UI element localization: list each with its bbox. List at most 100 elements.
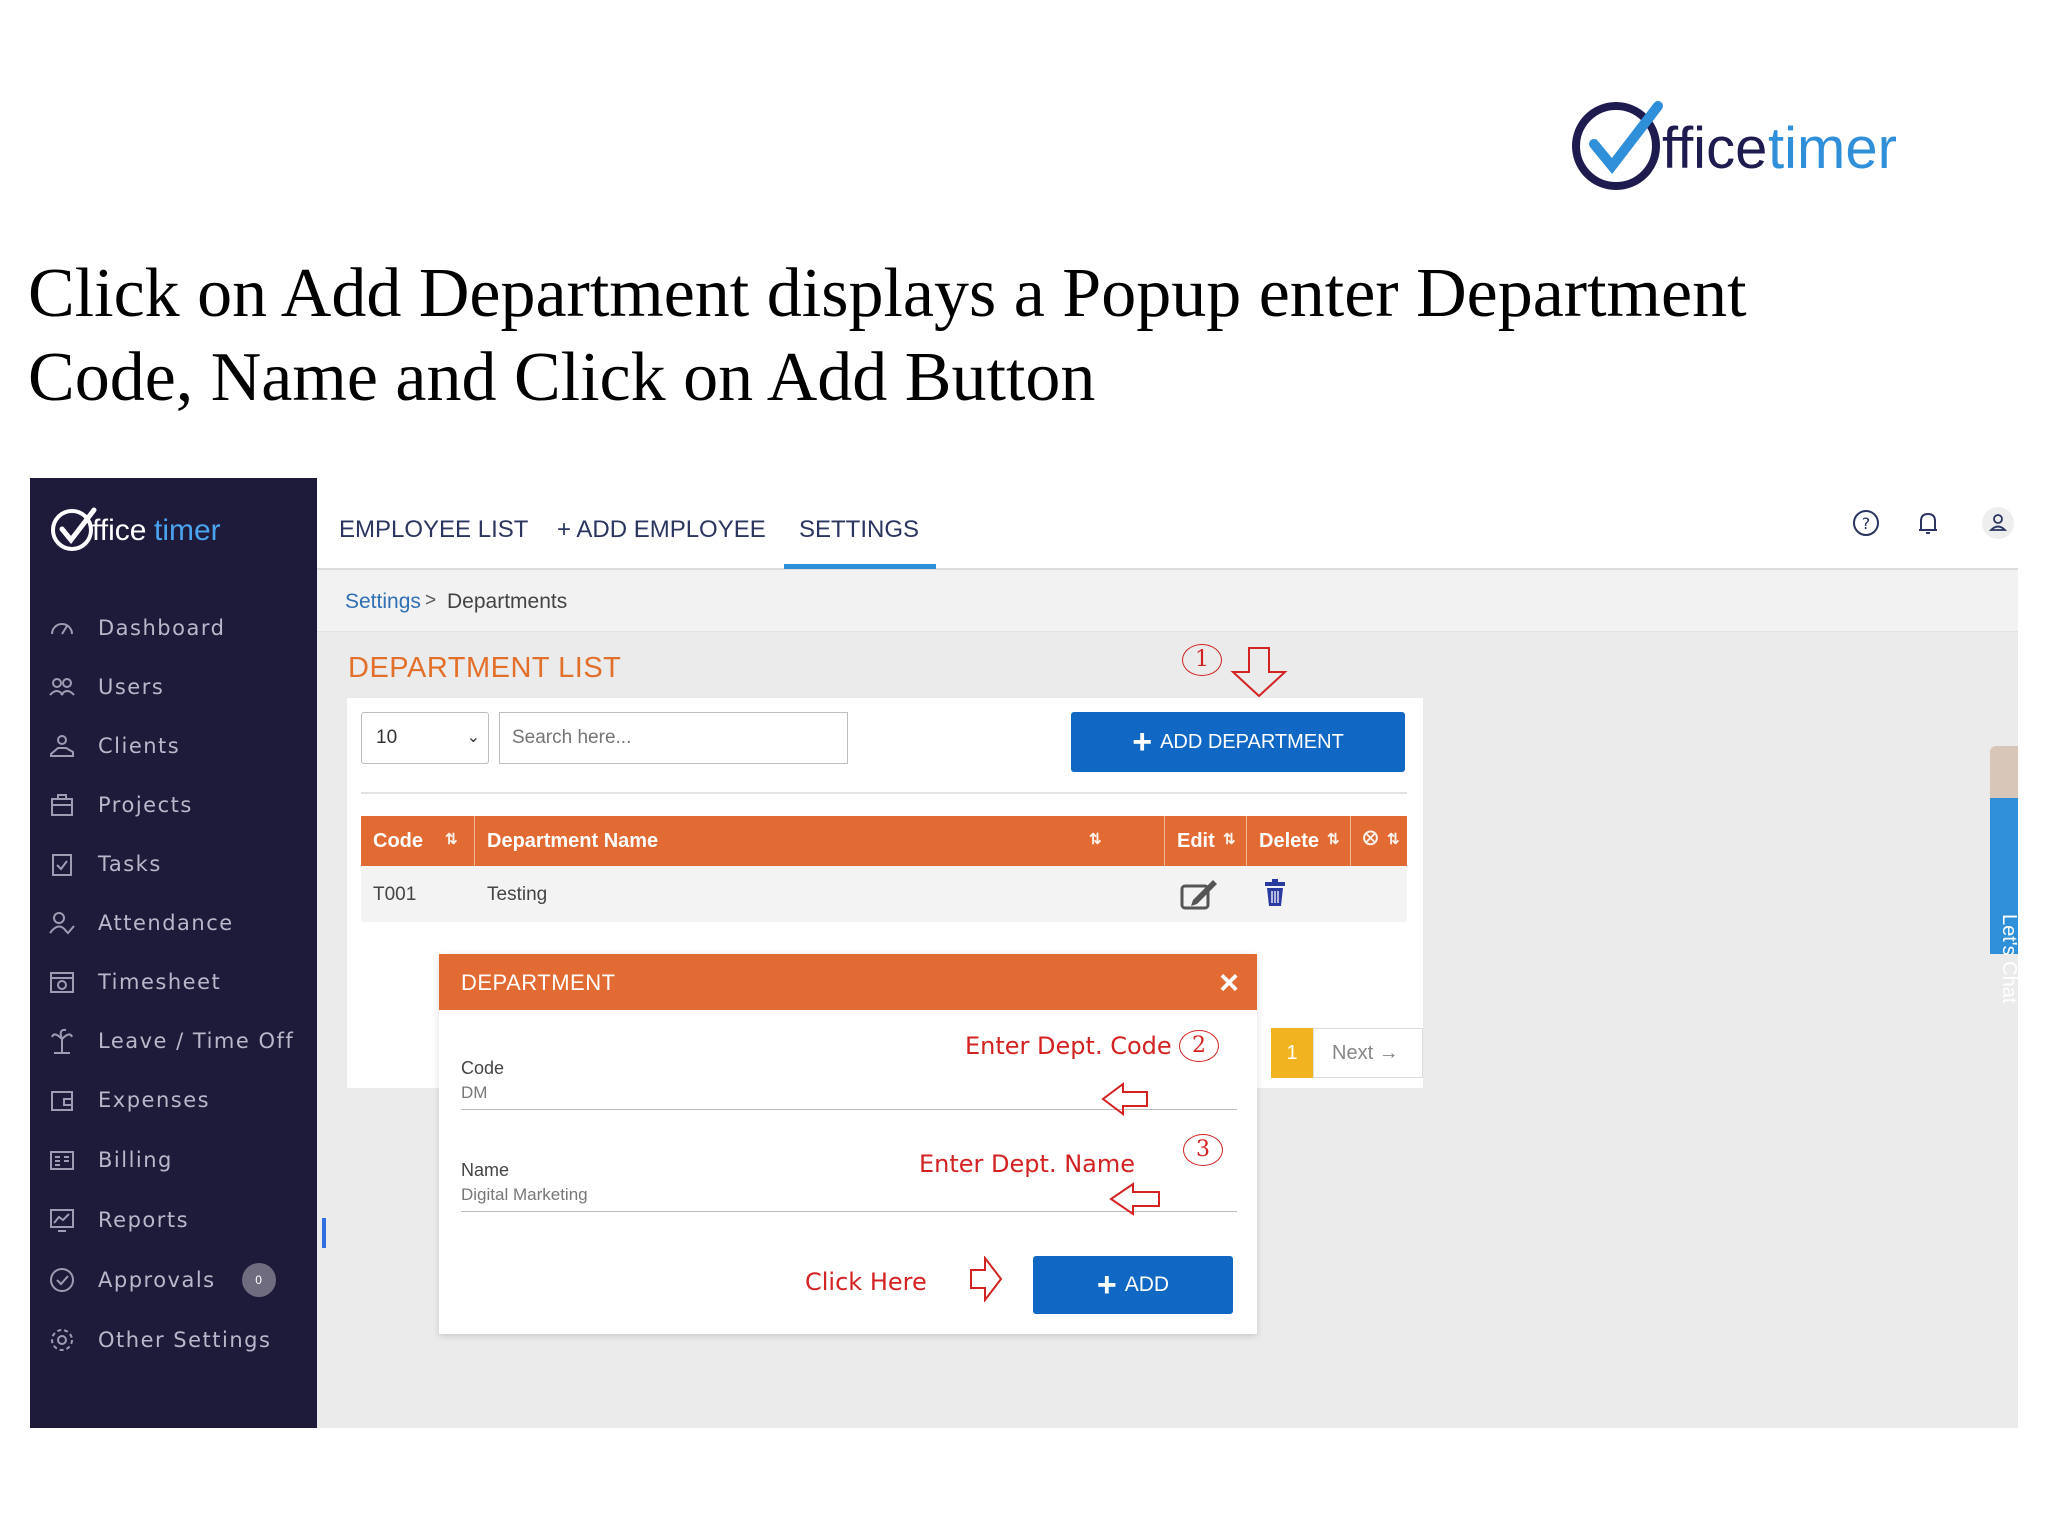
breadcrumb: Settings > Departments (317, 570, 2018, 632)
sort-icon[interactable]: ⇅ (1387, 830, 1400, 848)
sort-icon[interactable]: ⇅ (445, 830, 458, 848)
projects-icon (51, 794, 73, 816)
sidebar-item-label: Timesheet (98, 970, 222, 994)
sidebar-item-dashboard[interactable]: Dashboard (48, 608, 308, 648)
sidebar-item-leave[interactable]: Leave / Time Off (48, 1021, 308, 1061)
column-header-code[interactable]: Code ⇅ (361, 816, 475, 866)
sidebar-item-label: Tasks (98, 852, 162, 876)
chat-agent-avatar (1990, 746, 2018, 798)
page-1-button[interactable]: 1 (1271, 1028, 1313, 1078)
add-button-label: ADD (1124, 1273, 1170, 1296)
sidebar-logo: ffice timer (51, 507, 221, 551)
chat-widget[interactable]: Let's Chat (1990, 746, 2018, 1003)
sidebar-item-other-settings[interactable]: Other Settings (48, 1320, 308, 1360)
remove-circle-icon: ⨂ (1363, 829, 1378, 846)
approvals-count-badge: 0 (241, 1263, 276, 1297)
plus-icon: + (1096, 1266, 1117, 1304)
tab-add-employee[interactable]: + ADD EMPLOYEE (557, 516, 766, 544)
plus-icon: + (1132, 723, 1153, 761)
modal-header: DEPARTMENT × (439, 954, 1257, 1010)
dashboard-icon (51, 623, 73, 635)
enter-name-annotation: Enter Dept. Name (919, 1150, 1135, 1178)
column-label: Department Name (487, 830, 659, 852)
step-2-marker: 2 (1179, 1030, 1219, 1062)
sidebar-item-approvals[interactable]: Approvals 0 (48, 1260, 308, 1300)
top-nav: EMPLOYEE LIST + ADD EMPLOYEE SETTINGS ? (317, 478, 2018, 570)
enter-code-annotation: Enter Dept. Code (965, 1032, 1172, 1060)
svg-text:timer: timer (1768, 116, 1897, 181)
sort-icon[interactable]: ⇅ (1223, 830, 1236, 848)
active-tab-indicator (784, 564, 936, 569)
sidebar-item-label: Clients (98, 734, 181, 758)
chat-tab[interactable]: Let's Chat (1990, 798, 2018, 1003)
add-department-label: ADD DEPARTMENT (1160, 730, 1344, 753)
column-header-delete[interactable]: Delete ⇅ (1247, 816, 1351, 866)
tasks-icon (52, 854, 72, 876)
attendance-icon (49, 912, 75, 935)
sidebar-item-expenses[interactable]: Expenses (48, 1080, 308, 1120)
column-header-edit[interactable]: Edit ⇅ (1165, 816, 1247, 866)
modal-title: DEPARTMENT (461, 970, 616, 995)
sidebar-item-label: Attendance (98, 911, 234, 935)
tab-settings[interactable]: SETTINGS (799, 516, 919, 544)
sidebar-item-label: Projects (98, 793, 193, 817)
users-icon (49, 678, 75, 696)
add-department-button[interactable]: + ADD DEPARTMENT (1071, 712, 1405, 772)
sort-icon[interactable]: ⇅ (1089, 830, 1102, 848)
trash-icon[interactable] (1263, 878, 1287, 908)
page-size-select[interactable]: 10 ⌄ (361, 712, 489, 764)
sidebar-item-users[interactable]: Users (48, 667, 308, 707)
sidebar-item-label: Billing (98, 1148, 173, 1172)
cell-department-name: Testing (487, 884, 548, 905)
right-arrow-icon (970, 1256, 1003, 1302)
billing-icon (50, 1151, 74, 1170)
edit-icon[interactable] (1179, 878, 1219, 912)
app-window: ffice timer Dashboard Users Clients Proj… (30, 478, 2018, 1428)
reports-icon (50, 1209, 74, 1232)
scroll-indicator[interactable] (322, 1218, 326, 1248)
sidebar-item-projects[interactable]: Projects (48, 785, 308, 825)
column-header-department-name[interactable]: Department Name ⇅ (475, 816, 1165, 866)
approvals-icon (50, 1268, 74, 1292)
search-input[interactable] (499, 712, 848, 764)
column-label: Code (373, 830, 423, 852)
next-page-button[interactable]: Next → (1313, 1028, 1423, 1078)
sidebar-item-timesheet[interactable]: Timesheet (48, 962, 308, 1002)
close-icon[interactable]: × (1219, 964, 1239, 1003)
chat-label: Let's Chat (1998, 914, 2018, 1004)
sidebar-item-label: Approvals (98, 1268, 216, 1292)
column-label: Edit (1177, 830, 1215, 852)
column-header-status[interactable]: ⨂ ⇅ (1351, 816, 1407, 866)
sort-icon[interactable]: ⇅ (1327, 830, 1340, 848)
svg-text:ffice: ffice (1662, 116, 1767, 181)
sidebar-item-attendance[interactable]: Attendance (48, 903, 308, 943)
settings-icon (51, 1329, 73, 1351)
sidebar-item-label: Dashboard (98, 616, 226, 640)
down-arrow-icon (1230, 647, 1288, 698)
help-icon[interactable]: ? (1849, 506, 1883, 540)
expenses-icon (51, 1091, 73, 1111)
sidebar-item-label: Expenses (98, 1088, 211, 1112)
add-button[interactable]: + ADD (1033, 1256, 1233, 1314)
officetimer-logo: ffice timer (1572, 101, 1897, 190)
chevron-down-icon: ⌄ (466, 729, 480, 746)
sidebar-item-label: Reports (98, 1208, 190, 1232)
table-row: T001 Testing (361, 866, 1407, 922)
page-size-value: 10 (376, 727, 398, 748)
sidebar-item-label: Users (98, 675, 165, 699)
sidebar-item-reports[interactable]: Reports (48, 1200, 308, 1240)
bell-icon[interactable] (1911, 506, 1945, 540)
sidebar-item-billing[interactable]: Billing (48, 1140, 308, 1180)
timesheet-icon (50, 972, 74, 993)
sidebar-item-tasks[interactable]: Tasks (48, 844, 308, 884)
user-avatar-icon[interactable] (1981, 506, 2015, 540)
breadcrumb-separator: > (425, 590, 437, 611)
svg-text:?: ? (1862, 514, 1871, 533)
breadcrumb-current: Departments (447, 590, 568, 613)
column-label: Delete (1259, 830, 1320, 852)
tab-employee-list[interactable]: EMPLOYEE LIST (339, 516, 528, 544)
cell-code: T001 (373, 884, 417, 905)
step-3-marker: 3 (1183, 1134, 1223, 1166)
sidebar-item-clients[interactable]: Clients (48, 726, 308, 766)
breadcrumb-settings-link[interactable]: Settings (345, 590, 421, 614)
